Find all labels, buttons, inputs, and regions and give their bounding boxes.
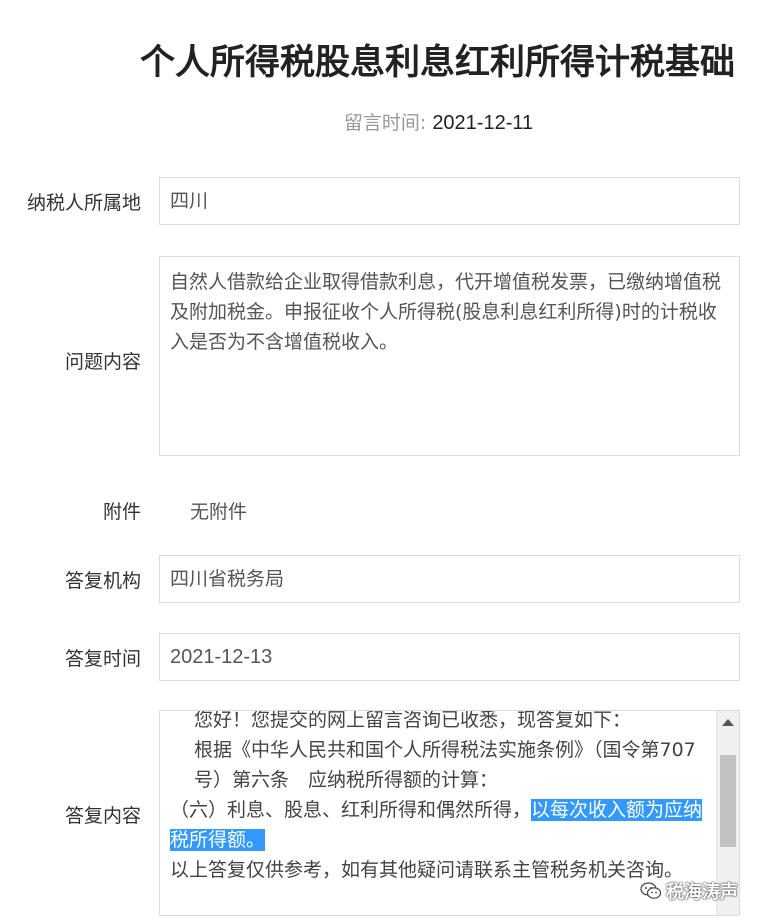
watermark: 税海涛声 — [640, 876, 738, 906]
region-label: 纳税人所属地 — [26, 192, 141, 214]
question-field[interactable]: 自然人借款给企业取得借款利息，代开增值税发票，已缴纳增值税及附加税金。申报征收个… — [159, 256, 740, 456]
reply-time-label: 答复时间 — [64, 648, 141, 670]
region-field[interactable]: 四川 — [159, 177, 740, 225]
reply-paragraph: 您好！您提交的网上留言咨询已收悉，现答复如下： — [194, 710, 632, 731]
message-time: 留言时间: 2021-12-11 — [0, 108, 767, 135]
page-title: 个人所得税股息利息红利所得计税基础 — [140, 43, 736, 83]
message-time-value: 2021-12-11 — [432, 112, 534, 134]
reply-org-field[interactable]: 四川省税务局 — [159, 555, 740, 603]
attachment-label: 附件 — [102, 501, 141, 523]
reply-paragraph: （六）利息、股息、红利所得和偶然所得，以每次收入额为应纳税所得额。 — [170, 795, 712, 855]
reply-content-text: 您好！您提交的网上留言咨询已收悉，现答复如下： 根据《中华人民共和国个人所得税法… — [170, 710, 712, 885]
reply-paragraph: 以上答复仅供参考，如有其他疑问请联系主管税务机关咨询。 — [170, 859, 684, 881]
scroll-up-arrow-icon[interactable] — [722, 719, 734, 726]
scroll-thumb[interactable] — [720, 755, 736, 847]
reply-text-plain: （六）利息、股息、红利所得和偶然所得， — [170, 799, 532, 821]
reply-time-field[interactable]: 2021-12-13 — [159, 633, 740, 681]
question-label: 问题内容 — [64, 351, 141, 373]
watermark-text: 税海涛声 — [666, 882, 738, 903]
attachment-value: 无附件 — [190, 501, 248, 523]
reply-content-label: 答复内容 — [64, 805, 141, 827]
reply-org-label: 答复机构 — [64, 570, 141, 592]
reply-paragraph: 根据《中华人民共和国个人所得税法实施条例》（国令第707号）第六条 应纳税所得额… — [194, 739, 696, 791]
reply-time-value: 2021-12-13 — [170, 646, 273, 668]
message-time-label: 留言时间: — [343, 112, 427, 134]
wechat-icon — [640, 882, 662, 899]
